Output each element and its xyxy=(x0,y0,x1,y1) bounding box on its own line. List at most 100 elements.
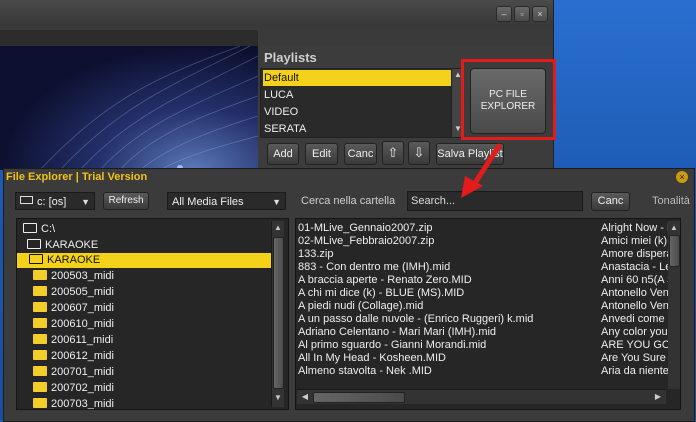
tree-item-label: 200607_midi xyxy=(51,302,114,314)
scroll-right-icon[interactable]: ▶ xyxy=(652,392,664,401)
visualizer-waves-icon xyxy=(39,46,258,170)
folder-icon xyxy=(33,398,47,408)
open-folder-icon xyxy=(27,239,41,249)
file-title: ARE YOU GONNA xyxy=(601,339,678,351)
arrow-down-icon: ⇩ xyxy=(413,145,425,160)
tree-item-label: 200701_midi xyxy=(51,366,114,378)
chevron-down-icon: ▼ xyxy=(81,197,90,207)
drive-select-value: c: [os] xyxy=(37,196,67,208)
file-name[interactable]: A chi mi dice (k) - BLUE (MS).MID xyxy=(298,287,464,299)
drive-select[interactable]: c: [os] ▼ xyxy=(15,192,95,210)
tree-item-label: C:\ xyxy=(41,223,56,235)
scroll-thumb[interactable] xyxy=(273,237,284,389)
file-name[interactable]: A braccia aperte - Renato Zero.MID xyxy=(298,274,472,286)
file-title: Anvedi come bal xyxy=(601,313,678,325)
folder-tree[interactable]: C:\ KARAOKE KARAOKE 200503_midi 200505_m… xyxy=(16,218,289,410)
add-playlist-button[interactable]: Add xyxy=(267,143,299,165)
tree-item[interactable]: 200607_midi xyxy=(33,301,114,316)
file-title: Anastacia - Left C xyxy=(601,261,678,273)
tree-item-label: 200703_midi xyxy=(51,398,114,410)
tree-item-selected[interactable]: KARAOKE xyxy=(17,253,281,268)
file-list-vertical-scrollbar[interactable]: ▲ xyxy=(668,221,680,389)
tree-item-label: 200503_midi xyxy=(51,270,114,282)
red-arrow-icon xyxy=(461,143,502,198)
tree-item[interactable]: 200703_midi xyxy=(33,397,114,410)
playlist-item[interactable]: Default xyxy=(263,70,452,86)
tree-item[interactable]: KARAOKE xyxy=(27,238,98,253)
file-name[interactable]: A piedi nudi (Collage).mid xyxy=(298,300,423,312)
drive-icon xyxy=(20,196,33,204)
file-name[interactable]: Al primo sguardo - Gianni Morandi.mid xyxy=(298,339,486,351)
file-name[interactable]: 01-MLive_Gennaio2007.zip xyxy=(298,222,433,234)
tree-item[interactable]: 200701_midi xyxy=(33,365,114,380)
playlist-item[interactable]: LUCA xyxy=(263,87,452,103)
media-filter-value: All Media Files xyxy=(172,196,244,208)
minimize-icon[interactable]: – xyxy=(496,6,512,22)
tree-item-label: KARAOKE xyxy=(47,254,101,266)
folder-icon xyxy=(33,318,47,328)
visualizer-header xyxy=(0,30,258,47)
file-title: Any color you li xyxy=(601,326,676,338)
refresh-button[interactable]: Refresh xyxy=(103,192,149,210)
tree-item[interactable]: C:\ xyxy=(23,222,55,237)
playlists-title: Playlists xyxy=(264,50,317,65)
edit-playlist-button[interactable]: Edit xyxy=(305,143,338,165)
playlist-item[interactable]: SERATA xyxy=(263,121,452,137)
tree-item-label: 200702_midi xyxy=(51,382,114,394)
file-name[interactable]: 883 - Con dentro me (IMH).mid xyxy=(298,261,450,273)
file-name[interactable]: Almeno stavolta - Nek .MID xyxy=(298,365,432,377)
close-icon[interactable]: × xyxy=(532,6,548,22)
move-up-button[interactable]: ⇧ xyxy=(382,141,404,165)
file-name[interactable]: Adriano Celentano - Mari Mari (IMH).mid xyxy=(298,326,496,338)
folder-icon xyxy=(33,270,47,280)
tree-item-label: 200611_midi xyxy=(51,334,114,346)
file-title: Amici miei (k) - N xyxy=(601,235,678,247)
tree-item-label: KARAOKE xyxy=(45,239,99,251)
folder-icon xyxy=(33,334,47,344)
tree-item[interactable]: 200702_midi xyxy=(33,381,114,396)
tree-item-label: 200612_midi xyxy=(51,350,114,362)
tonality-label: Tonalità xyxy=(652,195,690,207)
tree-item-label: 200505_midi xyxy=(51,286,114,298)
file-title: Amore disperato xyxy=(601,248,678,260)
scroll-left-icon[interactable]: ◀ xyxy=(299,392,311,401)
open-folder-icon xyxy=(23,223,37,233)
playlist-item[interactable]: VIDEO xyxy=(263,104,452,120)
tree-item[interactable]: 200505_midi xyxy=(33,285,114,300)
file-name[interactable]: All In My Head - Kosheen.MID xyxy=(298,352,446,364)
file-name[interactable]: 133.zip xyxy=(298,248,333,260)
scroll-down-icon[interactable]: ▼ xyxy=(272,393,284,402)
file-name[interactable]: 02-MLive_Febbraio2007.zip xyxy=(298,235,434,247)
tree-item[interactable]: 200503_midi xyxy=(33,269,114,284)
file-title: Antonello Vendit xyxy=(601,287,678,299)
scroll-up-icon[interactable]: ▲ xyxy=(272,223,284,232)
file-title: Alright Now - Fre xyxy=(601,222,678,234)
file-name[interactable]: A un passo dalle nuvole - (Enrico Rugger… xyxy=(298,313,533,325)
file-explorer-title: File Explorer | Trial Version xyxy=(6,171,148,183)
folder-icon xyxy=(33,350,47,360)
media-filter-select[interactable]: All Media Files ▼ xyxy=(167,192,286,210)
tree-scrollbar[interactable]: ▲ ▼ xyxy=(271,221,284,407)
move-down-button[interactable]: ⇩ xyxy=(408,141,430,165)
tree-item[interactable]: 200611_midi xyxy=(33,333,113,348)
folder-icon xyxy=(33,286,47,296)
file-title: Antonello Vendit xyxy=(601,300,678,312)
scroll-thumb[interactable] xyxy=(313,392,405,403)
restore-icon[interactable]: ▫ xyxy=(514,6,530,22)
tree-item[interactable]: 200612_midi xyxy=(33,349,114,364)
delete-playlist-button[interactable]: Canc xyxy=(344,143,377,165)
file-list-horizontal-scrollbar[interactable]: ◀ ▶ xyxy=(297,389,666,404)
chevron-down-icon: ▼ xyxy=(272,197,281,207)
playlist-list[interactable]: Default LUCA VIDEO SERATA xyxy=(260,68,452,138)
scroll-up-icon[interactable]: ▲ xyxy=(668,223,680,232)
folder-icon xyxy=(33,382,47,392)
visualizer-area xyxy=(0,46,258,170)
close-icon[interactable]: × xyxy=(676,171,688,183)
file-title: Are You Sure He xyxy=(601,352,678,364)
clear-search-button[interactable]: Canc xyxy=(591,192,630,211)
file-list[interactable]: 01-MLive_Gennaio2007.zip Alright Now - F… xyxy=(295,218,681,410)
tree-item[interactable]: 200610_midi xyxy=(33,317,114,332)
scroll-thumb[interactable] xyxy=(669,235,680,267)
folder-icon xyxy=(33,366,47,376)
main-titlebar xyxy=(0,0,553,26)
